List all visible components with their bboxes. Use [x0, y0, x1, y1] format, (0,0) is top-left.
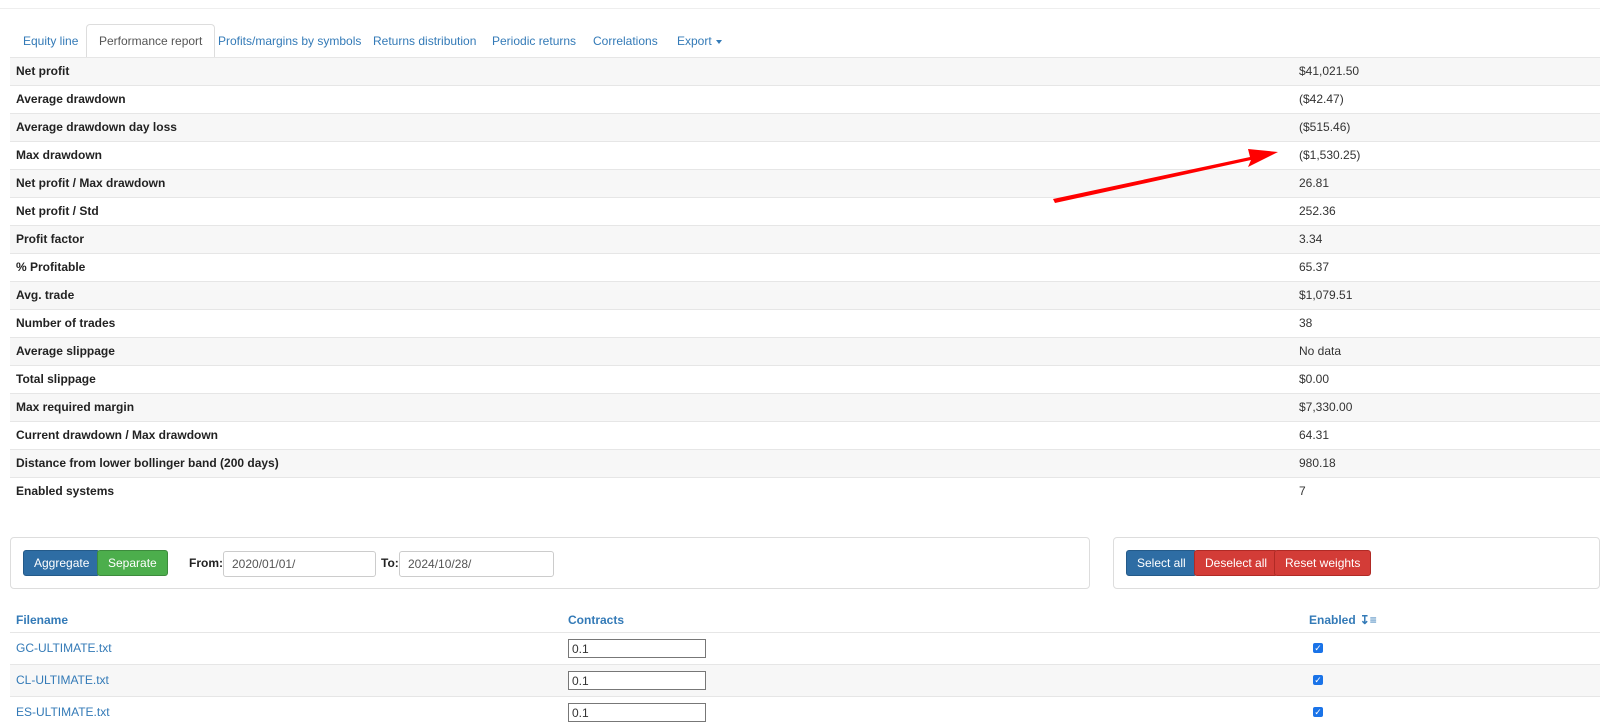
- stat-label: Net profit / Std: [16, 204, 99, 218]
- stat-label: Total slippage: [16, 372, 96, 386]
- contracts-input[interactable]: [568, 703, 706, 722]
- stat-value: ($515.46): [1299, 120, 1351, 134]
- report-tabs: Equity line Performance report Profits/m…: [10, 24, 1600, 58]
- tab-returns-distribution[interactable]: Returns distribution: [360, 24, 489, 56]
- to-label: To:: [381, 556, 399, 570]
- tab-label: Periodic returns: [492, 34, 577, 48]
- stat-value: 64.31: [1299, 428, 1330, 442]
- separate-button[interactable]: Separate: [97, 550, 168, 576]
- tab-label: Performance report: [99, 34, 203, 48]
- table-row: ES-ULTIMATE.txt ✓: [10, 696, 1600, 728]
- contracts-input[interactable]: [568, 671, 706, 690]
- stats-row: Average drawdown ($42.47): [10, 85, 1600, 113]
- stat-value: ($1,530.25): [1299, 148, 1361, 162]
- table-body: GC-ULTIMATE.txt✓CL-ULTIMATE.txt✓ES-ULTIM…: [10, 632, 1600, 728]
- systems-table: Filename Contracts Enabled ↧≡ GC-ULTIMATE…: [10, 606, 1600, 728]
- stat-label: Current drawdown / Max drawdown: [16, 428, 219, 442]
- deselect-all-button[interactable]: Deselect all: [1194, 550, 1279, 576]
- stat-value: ($42.47): [1299, 92, 1344, 106]
- top-divider: [0, 8, 1600, 9]
- tab-performance-report[interactable]: Performance report: [86, 24, 216, 58]
- filename-link[interactable]: CL-ULTIMATE.txt: [16, 673, 109, 687]
- stats-row: Max drawdown ($1,530.25): [10, 141, 1600, 169]
- contracts-column-header[interactable]: Contracts: [568, 613, 624, 627]
- enabled-column-header[interactable]: Enabled ↧≡: [1309, 613, 1377, 627]
- tab-label: Returns distribution: [373, 34, 477, 48]
- aggregation-panel: Aggregate Separate From: 2020/01/01/ To:…: [10, 537, 1090, 589]
- stat-value: 252.36: [1299, 204, 1336, 218]
- stats-row: Distance from lower bollinger band (200 …: [10, 449, 1600, 477]
- enabled-checkbox[interactable]: ✓: [1313, 643, 1323, 653]
- table-row: CL-ULTIMATE.txt ✓: [10, 664, 1600, 696]
- tab-label: Profits/margins by symbols: [218, 34, 362, 48]
- stat-value: $41,021.50: [1299, 64, 1360, 78]
- tab-label: Equity line: [23, 34, 79, 48]
- stats-row: Max required margin $7,330.00: [10, 393, 1600, 421]
- stat-label: Distance from lower bollinger band (200 …: [16, 456, 279, 470]
- table-header: Filename Contracts Enabled ↧≡: [10, 606, 1600, 632]
- stat-label: Average drawdown: [16, 92, 126, 106]
- enabled-checkbox[interactable]: ✓: [1313, 675, 1323, 685]
- contracts-input[interactable]: [568, 639, 706, 658]
- stats-row: Enabled systems 7: [10, 477, 1600, 505]
- caret-down-icon: [715, 39, 722, 44]
- stat-value: $7,330.00: [1299, 400, 1353, 414]
- stat-value: 980.18: [1299, 456, 1336, 470]
- reset-weights-button[interactable]: Reset weights: [1274, 550, 1372, 576]
- stat-label: % Profitable: [16, 260, 86, 274]
- tab-equity-line[interactable]: Equity line: [10, 24, 91, 56]
- filename-link[interactable]: ES-ULTIMATE.txt: [16, 705, 110, 719]
- aggregate-button[interactable]: Aggregate: [23, 550, 101, 576]
- to-date-input[interactable]: 2024/10/28/: [399, 551, 554, 577]
- performance-stats-table: Net profit $41,021.50 Average drawdown ($42…: [10, 57, 1600, 505]
- stat-value: No data: [1299, 344, 1342, 358]
- stats-row: % Profitable 65.37: [10, 253, 1600, 281]
- stats-row: Net profit / Max drawdown 26.81: [10, 169, 1600, 197]
- select-all-button[interactable]: Select all: [1126, 550, 1197, 576]
- tab-label: Correlations: [593, 34, 658, 48]
- stats-row: Net profit / Std 252.36: [10, 197, 1600, 225]
- stat-value: 7: [1299, 484, 1306, 498]
- stat-label: Net profit: [16, 64, 70, 78]
- stat-label: Net profit / Max drawdown: [16, 176, 166, 190]
- stats-row: Average drawdown day loss ($515.46): [10, 113, 1600, 141]
- from-label: From:: [189, 556, 223, 570]
- stat-value: $1,079.51: [1299, 288, 1353, 302]
- filename-link[interactable]: GC-ULTIMATE.txt: [16, 641, 112, 655]
- stat-value: $0.00: [1299, 372, 1330, 386]
- from-date-input[interactable]: 2020/01/01/: [223, 551, 376, 577]
- stat-label: Average drawdown day loss: [16, 120, 177, 134]
- stat-label: Avg. trade: [16, 288, 75, 302]
- stat-value: 26.81: [1299, 176, 1330, 190]
- stats-row: Avg. trade $1,079.51: [10, 281, 1600, 309]
- tab-periodic-returns[interactable]: Periodic returns: [479, 24, 589, 56]
- stat-label: Enabled systems: [16, 484, 115, 498]
- tab-correlations[interactable]: Correlations: [580, 24, 671, 56]
- stats-row: Total slippage $0.00: [10, 365, 1600, 393]
- enabled-checkbox[interactable]: ✓: [1313, 707, 1323, 717]
- stat-label: Profit factor: [16, 232, 85, 246]
- stat-value: 38: [1299, 316, 1313, 330]
- table-row: GC-ULTIMATE.txt ✓: [10, 632, 1600, 664]
- stat-value: 3.34: [1299, 232, 1323, 246]
- sort-descending-icon[interactable]: ↧≡: [1360, 613, 1377, 627]
- tab-profits-margins-by-symbols[interactable]: Profits/margins by symbols: [205, 24, 374, 56]
- stats-row: Current drawdown / Max drawdown 64.31: [10, 421, 1600, 449]
- stats-row: Average slippage No data: [10, 337, 1600, 365]
- stat-value: 65.37: [1299, 260, 1330, 274]
- stat-label: Max required margin: [16, 400, 135, 414]
- tab-export-dropdown[interactable]: Export: [664, 24, 735, 56]
- enabled-header-label: Enabled: [1309, 613, 1356, 627]
- selection-panel: Select all Deselect all Reset weights: [1113, 537, 1600, 589]
- stats-row: Profit factor 3.34: [10, 225, 1600, 253]
- stats-row: Number of trades 38: [10, 309, 1600, 337]
- filename-column-header[interactable]: Filename: [16, 613, 68, 627]
- stat-label: Average slippage: [16, 344, 115, 358]
- stats-row: Net profit $41,021.50: [10, 57, 1600, 85]
- tab-label: Export: [677, 34, 712, 48]
- stat-label: Max drawdown: [16, 148, 103, 162]
- stat-label: Number of trades: [16, 316, 116, 330]
